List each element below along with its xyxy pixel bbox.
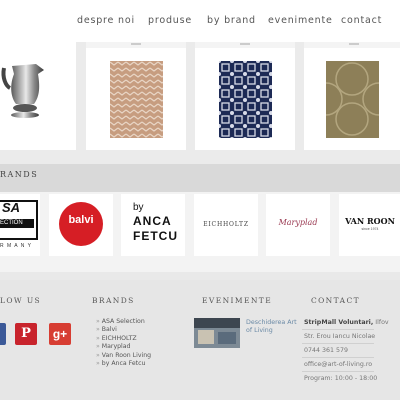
contact-email[interactable]: office@art-of-living.ro (304, 361, 372, 368)
brand-logo-van-roon[interactable]: VAN ROON since 1974 (339, 194, 400, 256)
pinterest-icon[interactable]: P (15, 323, 37, 345)
footer-events-title: EVENIMENTE (202, 296, 273, 305)
footer-contact-title: CONTACT (311, 296, 360, 305)
product-card-chevron-rug[interactable] (86, 42, 186, 150)
facebook-icon[interactable] (0, 323, 6, 345)
asa-logo-text: SA (2, 200, 21, 215)
top-navigation (0, 0, 400, 42)
navy-rug-image (219, 61, 272, 138)
jug-image (1, 64, 44, 118)
contact-separator (302, 329, 374, 330)
brand-logo-balvi[interactable]: balvi (49, 194, 113, 256)
product-card-olive-rug[interactable] (304, 42, 400, 150)
maryplad-logo-text: Maryplad (278, 218, 318, 227)
event-thumbnail[interactable] (194, 318, 240, 348)
anca-logo-line2: FETCU (133, 229, 178, 243)
olive-rug-image (326, 61, 379, 138)
vanroon-logo-sub: since 1974 (361, 227, 379, 231)
event-link[interactable]: Deschiderea Art of Living (246, 319, 300, 335)
product-card-navy-rug[interactable] (195, 42, 295, 150)
footer-brand-link[interactable]: Maryplad (96, 343, 151, 351)
google-plus-icon[interactable]: g+ (49, 323, 71, 345)
footer-brand-link[interactable]: EICHHOLTZ (96, 335, 151, 343)
footer-brand-link[interactable]: Van Roon Living (96, 352, 151, 360)
brand-logo-maryplad[interactable]: Maryplad (266, 194, 330, 256)
eichholtz-logo-text: EICHHOLTZ (203, 221, 249, 228)
nav-evenimente[interactable]: evenimente (268, 15, 333, 26)
footer-follow-title: LOW US (0, 296, 42, 305)
footer-brands-list: ASA Selection Balvi EICHHOLTZ Maryplad V… (96, 318, 151, 368)
card-top-bar (195, 42, 295, 48)
contact-address-rest: Ilfov (373, 319, 389, 326)
contact-phone[interactable]: 0744 361 579 (304, 347, 348, 354)
brand-logo-asa-selection[interactable]: SA ECTION R M A N Y (0, 194, 40, 256)
contact-separator (302, 343, 374, 344)
contact-address-line2: Str. Erou Iancu Nicolae (304, 333, 376, 340)
contact-separator (302, 357, 374, 358)
anca-logo-line1: ANCA (133, 214, 172, 228)
contact-separator (302, 371, 374, 372)
footer-brand-link[interactable]: by Anca Fetcu (96, 360, 151, 368)
nav-despre-noi[interactable]: despre noi (77, 15, 135, 26)
nav-contact[interactable]: contact (341, 15, 382, 26)
nav-produse[interactable]: produse (148, 15, 192, 26)
brand-logo-eichholtz[interactable]: EICHHOLTZ (194, 194, 258, 256)
card-top-bar (86, 42, 186, 48)
nav-by-brand[interactable]: by brand (207, 15, 256, 26)
footer-brand-link[interactable]: ASA Selection (96, 318, 151, 326)
contact-address-bold: StripMall Voluntari, (304, 319, 374, 326)
contact-hours: Program: 10:00 - 18:00 (304, 375, 378, 382)
anca-logo-by: by (133, 202, 144, 213)
contact-address-line1: StripMall Voluntari, Ilfov (304, 319, 389, 326)
card-top-bar (304, 42, 400, 48)
balvi-logo-text: balvi (68, 214, 94, 226)
chevron-rug-image (110, 61, 163, 138)
brands-header-bar (0, 164, 400, 192)
vanroon-logo-text: VAN ROON (345, 216, 395, 226)
brand-logo-anca-fetcu[interactable]: by ANCA FETCU (121, 194, 185, 256)
product-card-jug[interactable] (0, 42, 76, 150)
asa-logo-country: R M A N Y (0, 243, 32, 249)
footer-brand-link[interactable]: Balvi (96, 326, 151, 334)
asa-logo-band: ECTION (0, 219, 34, 228)
footer-brands-title: BRANDS (92, 296, 135, 305)
brands-section-title: RANDS (0, 170, 39, 179)
